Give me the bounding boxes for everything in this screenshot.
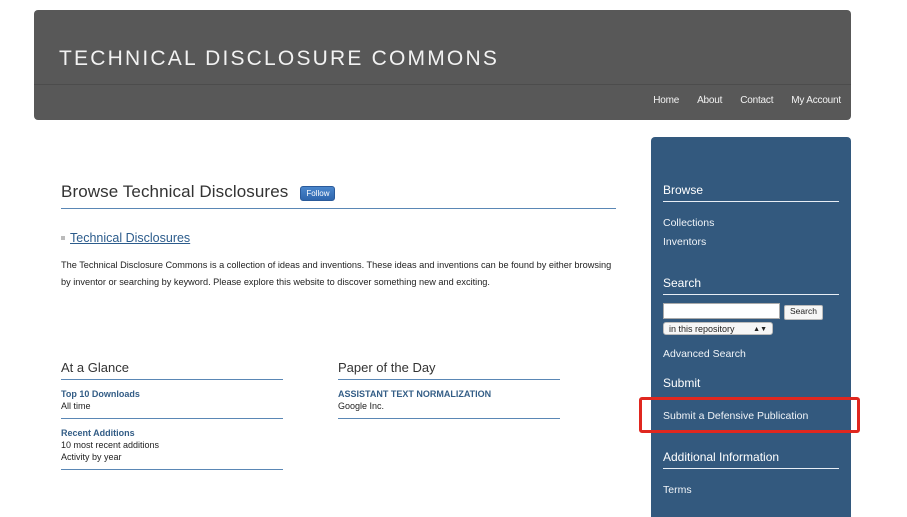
- technical-disclosures-link[interactable]: Technical Disclosures: [70, 231, 190, 245]
- sidebar-terms-link[interactable]: Terms: [663, 484, 692, 496]
- search-button[interactable]: Search: [784, 305, 823, 320]
- nav-contact[interactable]: Contact: [740, 95, 773, 106]
- page-title-row: Browse Technical Disclosures Follow: [61, 180, 616, 209]
- paper-of-the-day: Paper of the Day ASSISTANT TEXT NORMALIZ…: [338, 360, 560, 419]
- paper-title-link[interactable]: ASSISTANT TEXT NORMALIZATION: [338, 388, 560, 400]
- activity-by-year[interactable]: Activity by year: [61, 451, 283, 463]
- bullet-icon: [61, 236, 65, 240]
- top-nav: Home About Contact My Account: [653, 95, 841, 106]
- top-downloads-all-time[interactable]: All time: [61, 400, 283, 412]
- submit-defensive-publication-link[interactable]: Submit a Defensive Publication: [663, 410, 808, 422]
- at-a-glance: At a Glance Top 10 Downloads All time Re…: [61, 360, 283, 470]
- nav-home[interactable]: Home: [653, 95, 679, 106]
- sidebar-browse-heading: Browse: [663, 183, 839, 202]
- sidebar: Browse Collections Inventors Search Sear…: [651, 137, 851, 517]
- follow-button[interactable]: Follow: [300, 186, 336, 201]
- sidebar-search-heading: Search: [663, 276, 839, 295]
- advanced-search-link[interactable]: Advanced Search: [663, 348, 746, 360]
- recent-additions-10[interactable]: 10 most recent additions: [61, 439, 283, 451]
- site-title[interactable]: TECHNICAL DISCLOSURE COMMONS: [59, 47, 499, 71]
- recent-additions-link[interactable]: Recent Additions: [61, 427, 283, 439]
- site-header: TECHNICAL DISCLOSURE COMMONS Home About …: [34, 10, 851, 120]
- search-input[interactable]: [663, 303, 780, 319]
- glance-entry-top-downloads: Top 10 Downloads All time: [61, 380, 283, 419]
- paper-of-the-day-heading: Paper of the Day: [338, 360, 560, 380]
- sidebar-inventors-link[interactable]: Inventors: [663, 236, 706, 248]
- main-content: Browse Technical Disclosures Follow Tech…: [61, 180, 616, 300]
- at-a-glance-heading: At a Glance: [61, 360, 283, 380]
- search-scope-select[interactable]: in this repository ▲▼: [663, 322, 773, 335]
- page-title: Browse Technical Disclosures: [61, 182, 289, 201]
- intro-text: The Technical Disclosure Commons is a co…: [61, 260, 612, 287]
- select-arrows-icon: ▲▼: [753, 326, 767, 333]
- nav-about[interactable]: About: [697, 95, 722, 106]
- top-downloads-link[interactable]: Top 10 Downloads: [61, 388, 283, 400]
- paper-entry: ASSISTANT TEXT NORMALIZATION Google Inc.: [338, 380, 560, 419]
- sidebar-submit-heading: Submit: [663, 376, 701, 390]
- sidebar-collections-link[interactable]: Collections: [663, 217, 714, 229]
- collection-list-item: Technical Disclosures: [61, 231, 616, 245]
- header-divider: [34, 84, 851, 85]
- search-scope-value: in this repository: [669, 324, 735, 334]
- glance-entry-recent-additions: Recent Additions 10 most recent addition…: [61, 419, 283, 470]
- nav-my-account[interactable]: My Account: [791, 95, 841, 106]
- paper-author: Google Inc.: [338, 401, 385, 411]
- sidebar-additional-info-heading: Additional Information: [663, 450, 839, 469]
